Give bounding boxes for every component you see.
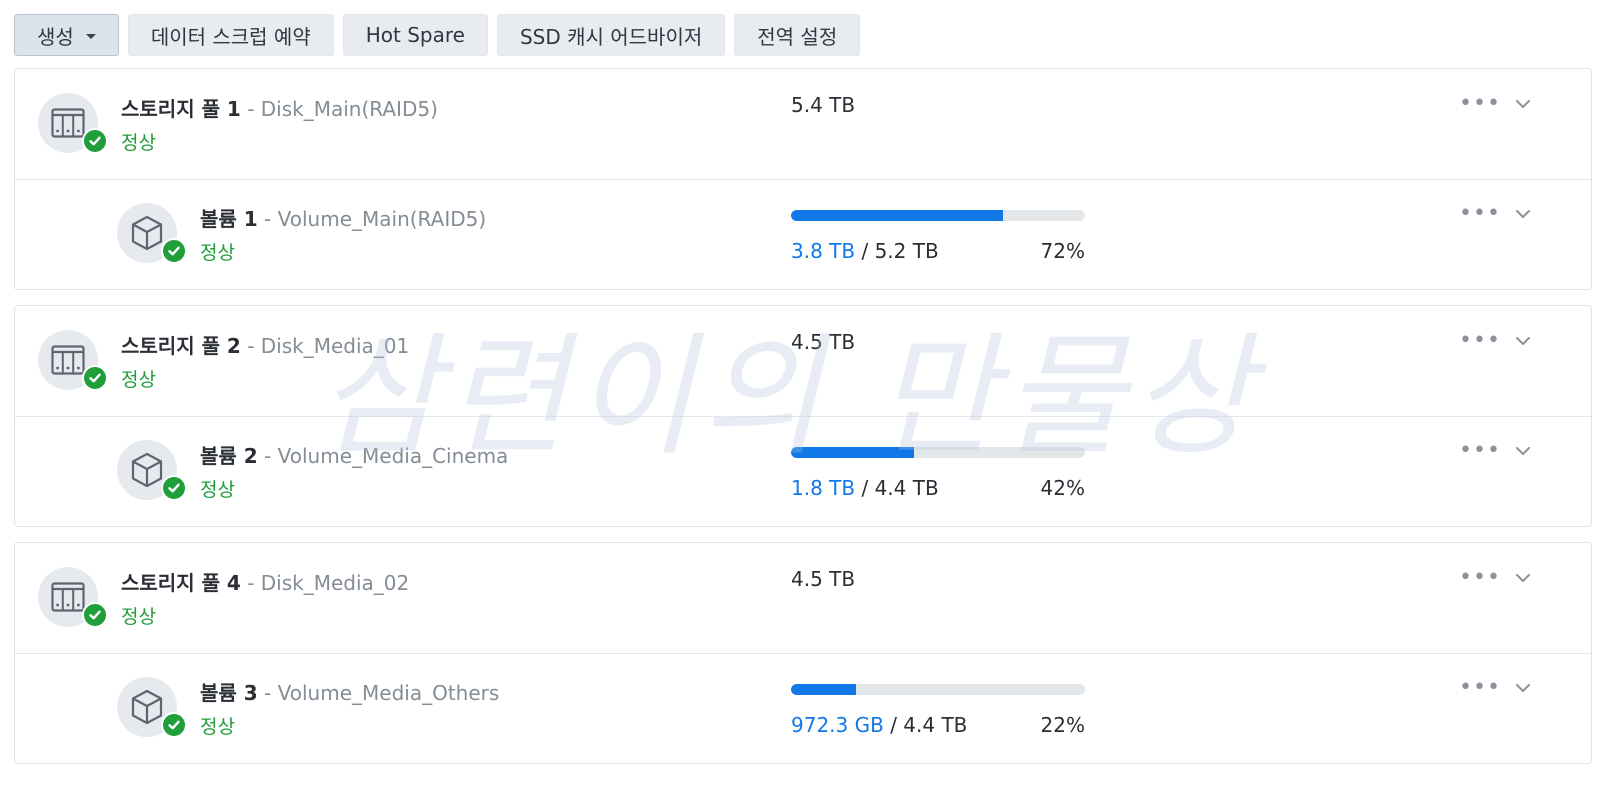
create-button[interactable]: 생성 <box>14 14 119 56</box>
pool-name: 스토리지 풀 4 <box>121 571 241 595</box>
volume-usage-bar-fill <box>791 447 915 458</box>
volume-usage-text: 1.8 TB / 4.4 TB <box>791 476 939 500</box>
volume-status: 정상 <box>200 242 235 264</box>
more-horizontal-icon[interactable]: ••• <box>1459 203 1501 225</box>
pool-title: 스토리지 풀 1 - Disk_Main(RAID5) <box>121 93 438 122</box>
create-button-label: 생성 <box>37 24 74 49</box>
volume-usage-percent: 42% <box>1040 476 1085 500</box>
volume-used: 972.3 GB <box>791 713 884 737</box>
volume-title: 볼륨 2 - Volume_Media_Cinema <box>200 440 508 469</box>
volume-usage-separator: / <box>855 476 875 500</box>
pool-description: - Disk_Main(RAID5) <box>240 97 438 121</box>
pool-status: 정상 <box>121 606 156 628</box>
storage-pool-card: 스토리지 풀 4 - Disk_Media_02 정상 4.5 TB ••• 볼… <box>14 542 1592 764</box>
more-horizontal-icon[interactable]: ••• <box>1459 330 1501 352</box>
chevron-down-icon[interactable] <box>1512 440 1534 462</box>
volume-total: 4.4 TB <box>903 713 968 737</box>
chevron-down-icon[interactable] <box>1512 677 1534 699</box>
volume-description: - Volume_Media_Others <box>257 681 500 705</box>
storage-pool-card: 스토리지 풀 2 - Disk_Media_01 정상 4.5 TB ••• 볼… <box>14 305 1592 527</box>
volume-usage-separator: / <box>855 239 875 263</box>
storage-pool-icon <box>38 567 108 628</box>
volume-usage-bar <box>791 684 1085 695</box>
more-horizontal-icon[interactable]: ••• <box>1459 93 1501 115</box>
volume-usage-bar-fill <box>791 210 1003 221</box>
volume-total: 4.4 TB <box>874 476 939 500</box>
volume-used: 1.8 TB <box>791 476 856 500</box>
pool-status: 정상 <box>121 132 156 154</box>
volume-name: 볼륨 3 <box>200 681 258 705</box>
pool-name: 스토리지 풀 1 <box>121 97 241 121</box>
volume-row[interactable]: 볼륨 3 - Volume_Media_Others 정상 972.3 GB /… <box>15 653 1591 763</box>
volume-usage-separator: / <box>883 713 904 737</box>
more-horizontal-icon[interactable]: ••• <box>1459 677 1501 699</box>
volume-description: - Volume_Main(RAID5) <box>257 207 487 231</box>
volume-usage-bar <box>791 447 1085 458</box>
volume-cube-icon <box>117 440 187 501</box>
pool-description: - Disk_Media_01 <box>240 334 410 358</box>
pool-title: 스토리지 풀 4 - Disk_Media_02 <box>121 567 409 596</box>
volume-title: 볼륨 1 - Volume_Main(RAID5) <box>200 203 486 232</box>
volume-used: 3.8 TB <box>791 239 856 263</box>
volume-usage-text: 3.8 TB / 5.2 TB <box>791 239 939 263</box>
volume-status: 정상 <box>200 479 235 501</box>
global-settings-button[interactable]: 전역 설정 <box>734 14 861 56</box>
volume-usage-text: 972.3 GB / 4.4 TB <box>791 713 967 737</box>
pool-size: 4.5 TB <box>791 330 856 354</box>
more-horizontal-icon[interactable]: ••• <box>1459 440 1501 462</box>
storage-pool-card: 스토리지 풀 1 - Disk_Main(RAID5) 정상 5.4 TB ••… <box>14 68 1592 290</box>
caret-down-icon <box>85 34 96 39</box>
chevron-down-icon[interactable] <box>1512 567 1534 589</box>
volume-row[interactable]: 볼륨 1 - Volume_Main(RAID5) 정상 3.8 TB / 5.… <box>15 179 1591 289</box>
volume-usage-percent: 22% <box>1040 713 1085 737</box>
storage-pool-icon <box>38 93 108 154</box>
volume-status: 정상 <box>200 716 235 738</box>
storage-pool-row[interactable]: 스토리지 풀 4 - Disk_Media_02 정상 4.5 TB ••• <box>15 543 1591 653</box>
scrub-schedule-button[interactable]: 데이터 스크럽 예약 <box>127 14 334 56</box>
storage-pool-icon <box>38 330 108 391</box>
hot-spare-button[interactable]: Hot Spare <box>342 14 488 56</box>
volume-usage-percent: 72% <box>1040 239 1085 263</box>
pool-size: 5.4 TB <box>791 93 856 117</box>
pool-size: 4.5 TB <box>791 567 856 591</box>
pool-status: 정상 <box>121 369 156 391</box>
ssd-cache-advisor-button[interactable]: SSD 캐시 어드바이저 <box>496 14 726 56</box>
pool-name: 스토리지 풀 2 <box>121 334 241 358</box>
chevron-down-icon[interactable] <box>1512 330 1534 352</box>
volume-name: 볼륨 2 <box>200 444 258 468</box>
pool-description: - Disk_Media_02 <box>240 571 410 595</box>
check-circle-icon <box>161 712 187 738</box>
volume-name: 볼륨 1 <box>200 207 258 231</box>
check-circle-icon <box>161 475 187 501</box>
check-circle-icon <box>161 238 187 264</box>
volume-total: 5.2 TB <box>874 239 939 263</box>
check-circle-icon <box>82 128 108 154</box>
chevron-down-icon[interactable] <box>1512 93 1534 115</box>
toolbar: 생성 데이터 스크럽 예약 Hot Spare SSD 캐시 어드바이저 전역 … <box>14 14 861 56</box>
volume-usage-bar <box>791 210 1085 221</box>
volume-usage-bar-fill <box>791 684 856 695</box>
check-circle-icon <box>82 365 108 391</box>
storage-pool-row[interactable]: 스토리지 풀 1 - Disk_Main(RAID5) 정상 5.4 TB ••… <box>15 69 1591 179</box>
volume-title: 볼륨 3 - Volume_Media_Others <box>200 677 499 706</box>
volume-row[interactable]: 볼륨 2 - Volume_Media_Cinema 정상 1.8 TB / 4… <box>15 416 1591 526</box>
volume-description: - Volume_Media_Cinema <box>257 444 509 468</box>
storage-pool-row[interactable]: 스토리지 풀 2 - Disk_Media_01 정상 4.5 TB ••• <box>15 306 1591 416</box>
chevron-down-icon[interactable] <box>1512 203 1534 225</box>
volume-cube-icon <box>117 677 187 738</box>
check-circle-icon <box>82 602 108 628</box>
more-horizontal-icon[interactable]: ••• <box>1459 567 1501 589</box>
pool-title: 스토리지 풀 2 - Disk_Media_01 <box>121 330 409 359</box>
volume-cube-icon <box>117 203 187 264</box>
